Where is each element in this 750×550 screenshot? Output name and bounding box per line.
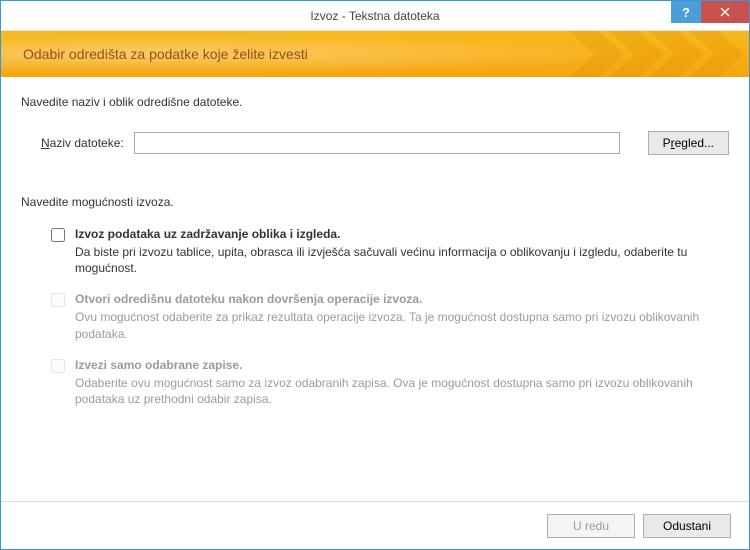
file-destination-row: Naziv datoteke: Pregled... — [41, 131, 729, 155]
option-desc: Odaberite ovu mogućnost samo za izvoz od… — [75, 375, 729, 407]
titlebar: Izvoz - Tekstna datoteka ? — [1, 1, 749, 31]
content-area: Navedite naziv i oblik odredišne datotek… — [1, 77, 749, 501]
titlebar-controls: ? — [671, 1, 749, 23]
window-title: Izvoz - Tekstna datoteka — [1, 9, 749, 23]
option-open-after: Otvori odredišnu datoteku nakon dovršenj… — [51, 292, 729, 341]
browse-button[interactable]: Pregled... — [648, 131, 729, 155]
close-button[interactable] — [701, 1, 749, 23]
option-title: Izvoz podataka uz zadržavanje oblika i i… — [75, 227, 729, 241]
banner-decoration — [569, 31, 749, 77]
cancel-button[interactable]: Odustani — [643, 514, 731, 538]
export-options: Izvoz podataka uz zadržavanje oblika i i… — [51, 227, 729, 407]
file-name-input[interactable] — [134, 132, 620, 154]
option-body: Izvoz podataka uz zadržavanje oblika i i… — [75, 227, 729, 276]
export-dialog: Izvoz - Tekstna datoteka ? Odabir odredi… — [0, 0, 750, 550]
file-name-label: Naziv datoteke: — [41, 136, 126, 150]
close-icon — [720, 7, 730, 17]
option-desc: Ovu mogućnost odaberite za prikaz rezult… — [75, 309, 729, 341]
option-selected-only-checkbox — [51, 359, 65, 373]
option-body: Otvori odredišnu datoteku nakon dovršenj… — [75, 292, 729, 341]
option-title: Izvezi samo odabrane zapise. — [75, 358, 729, 372]
header-heading: Odabir odredišta za podatke koje želite … — [23, 46, 308, 62]
option-keep-formatting-checkbox[interactable] — [51, 228, 65, 242]
option-desc: Da biste pri izvozu tablice, upita, obra… — [75, 244, 729, 276]
option-selected-only: Izvezi samo odabrane zapise. Odaberite o… — [51, 358, 729, 407]
instruction-options: Navedite mogućnosti izvoza. — [21, 195, 729, 209]
option-open-after-checkbox — [51, 293, 65, 307]
header-banner: Odabir odredišta za podatke koje želite … — [1, 31, 749, 77]
dialog-footer: U redu Odustani — [1, 501, 749, 549]
ok-button: U redu — [547, 514, 635, 538]
option-keep-formatting: Izvoz podataka uz zadržavanje oblika i i… — [51, 227, 729, 276]
option-body: Izvezi samo odabrane zapise. Odaberite o… — [75, 358, 729, 407]
option-title: Otvori odredišnu datoteku nakon dovršenj… — [75, 292, 729, 306]
instruction-destination: Navedite naziv i oblik odredišne datotek… — [21, 95, 729, 109]
help-button[interactable]: ? — [671, 1, 701, 23]
